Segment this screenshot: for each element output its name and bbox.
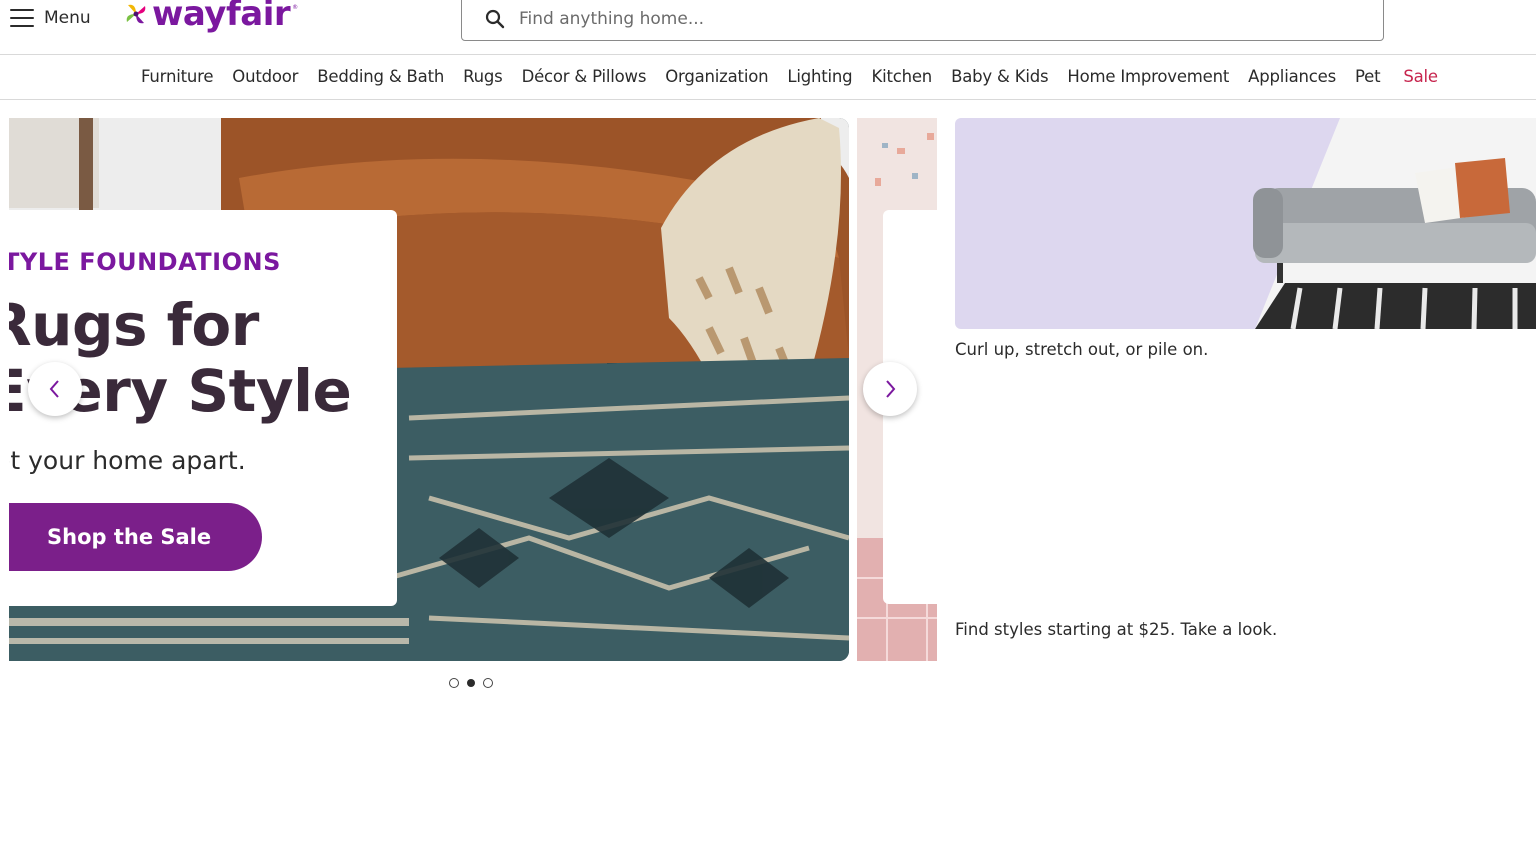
nav-item-pet[interactable]: Pet bbox=[1355, 67, 1381, 86]
nav-item-sale[interactable]: Sale bbox=[1403, 67, 1438, 86]
hero-slide-rugs[interactable]: TYLE FOUNDATIONS Rugs for Every Style et… bbox=[9, 118, 849, 661]
chevron-left-icon bbox=[49, 380, 59, 398]
side-promo-sofa[interactable] bbox=[955, 118, 1536, 329]
carousel-dot-1[interactable] bbox=[449, 678, 459, 688]
promo-eyebrow: TYLE FOUNDATIONS bbox=[9, 248, 281, 276]
nav-item-kitchen[interactable]: Kitchen bbox=[871, 67, 932, 86]
logo-trademark: ® bbox=[292, 4, 299, 11]
nav-item-outdoor[interactable]: Outdoor bbox=[232, 67, 298, 86]
carousel-next-button[interactable] bbox=[863, 362, 917, 416]
hero-carousel: TYLE FOUNDATIONS Rugs for Every Style et… bbox=[9, 118, 937, 661]
category-nav: Furniture Outdoor Bedding & Bath Rugs Dé… bbox=[0, 56, 1536, 100]
logo-text: wayfair bbox=[152, 0, 291, 34]
side-promo-caption-2[interactable]: Find styles starting at $25. Take a look… bbox=[955, 620, 1277, 639]
hamburger-icon bbox=[10, 9, 34, 27]
menu-label: Menu bbox=[44, 8, 91, 28]
nav-item-home-improvement[interactable]: Home Improvement bbox=[1067, 67, 1229, 86]
carousel-pagination bbox=[449, 678, 493, 688]
wayfair-logo[interactable]: wayfair ® bbox=[122, 0, 298, 34]
sofa-image bbox=[1253, 118, 1536, 329]
nav-item-lighting[interactable]: Lighting bbox=[787, 67, 852, 86]
search-icon[interactable] bbox=[485, 9, 505, 29]
nav-item-rugs[interactable]: Rugs bbox=[463, 67, 503, 86]
side-promo-caption[interactable]: Curl up, stretch out, or pile on. bbox=[955, 340, 1208, 359]
carousel-prev-button[interactable] bbox=[28, 362, 82, 416]
nav-item-decor-pillows[interactable]: Décor & Pillows bbox=[522, 67, 647, 86]
shop-the-sale-button[interactable]: Shop the Sale bbox=[9, 503, 262, 571]
carousel-dot-3[interactable] bbox=[483, 678, 493, 688]
top-header: Menu wayfair ® bbox=[0, 0, 1536, 55]
nav-item-organization[interactable]: Organization bbox=[665, 67, 768, 86]
menu-button[interactable]: Menu bbox=[10, 4, 91, 32]
logo-pinwheel-icon bbox=[126, 4, 146, 24]
nav-item-appliances[interactable]: Appliances bbox=[1248, 67, 1336, 86]
search-input[interactable] bbox=[519, 8, 1339, 29]
promo-subtext: et your home apart. bbox=[9, 446, 246, 475]
chevron-right-icon bbox=[886, 380, 896, 398]
search-bar[interactable] bbox=[461, 0, 1384, 41]
nav-item-baby-kids[interactable]: Baby & Kids bbox=[951, 67, 1049, 86]
nav-item-bedding-bath[interactable]: Bedding & Bath bbox=[317, 67, 444, 86]
carousel-dot-2-active[interactable] bbox=[467, 679, 475, 687]
nav-item-furniture[interactable]: Furniture bbox=[141, 67, 213, 86]
